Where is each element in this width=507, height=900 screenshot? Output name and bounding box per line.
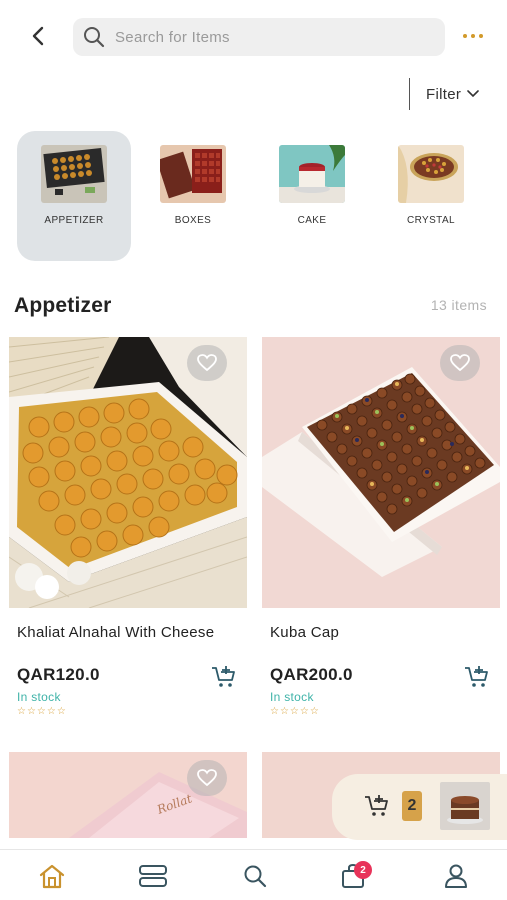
category-appetizer[interactable]: APPETIZER	[17, 131, 131, 261]
heart-icon	[197, 354, 217, 372]
favorite-button[interactable]	[440, 345, 480, 381]
back-icon	[32, 26, 44, 46]
add-to-cart-button[interactable]	[464, 665, 490, 689]
product-image[interactable]	[9, 337, 247, 608]
category-list: APPETIZER BOXES CAKE CRYSTAL	[17, 131, 497, 261]
home-icon	[39, 864, 65, 889]
filter-label: Filter	[426, 85, 462, 103]
heart-icon	[197, 769, 217, 787]
product-name[interactable]: Kuba Cap	[270, 624, 339, 641]
product-name[interactable]: Khaliat Alnahal With Cheese	[17, 624, 214, 641]
category-crystal[interactable]: CRYSTAL	[374, 131, 488, 261]
product-card[interactable]: Khaliat Alnahal With Cheese QAR120.0 In …	[9, 337, 247, 727]
nav-categories[interactable]	[138, 862, 168, 890]
category-boxes[interactable]: BOXES	[136, 131, 250, 261]
category-label: BOXES	[174, 215, 212, 226]
search-input[interactable]	[115, 28, 415, 46]
nav-home[interactable]	[37, 862, 67, 890]
floating-cart[interactable]: 2	[332, 774, 507, 840]
add-to-cart-icon	[465, 666, 488, 687]
cart-badge: 2	[354, 861, 372, 879]
nav-search[interactable]	[240, 862, 270, 890]
chevron-down-icon	[467, 90, 479, 98]
filter-button[interactable]: Filter	[409, 78, 479, 110]
add-to-cart-icon	[212, 666, 235, 687]
category-label: CRYSTAL	[406, 215, 455, 226]
item-count: 13 items	[430, 297, 487, 313]
category-boxes-image	[160, 145, 226, 203]
search-icon	[84, 27, 105, 48]
search-icon	[244, 865, 267, 888]
product-image[interactable]: Rollat	[9, 752, 247, 838]
product-price: QAR200.0	[270, 665, 353, 684]
heart-icon	[450, 354, 470, 372]
stock-status: In stock	[270, 690, 314, 704]
product-card[interactable]: Kuba Cap QAR200.0 In stock ☆☆☆☆☆	[262, 337, 500, 727]
cart-item-thumbnail	[440, 782, 490, 830]
category-label: CAKE	[297, 215, 327, 226]
bottom-navigation: 2	[0, 849, 507, 900]
category-label: APPETIZER	[44, 215, 104, 226]
back-button[interactable]	[24, 22, 52, 50]
favorite-button[interactable]	[187, 760, 227, 796]
category-appetizer-image	[41, 145, 107, 203]
rating-stars: ☆☆☆☆☆	[17, 706, 67, 717]
product-card[interactable]: Rollat	[9, 752, 247, 838]
top-bar	[0, 0, 507, 70]
section-title: Appetizer	[14, 294, 112, 317]
product-image[interactable]	[262, 337, 500, 608]
cart-count-badge: 2	[402, 791, 422, 821]
add-to-cart-button[interactable]	[211, 665, 237, 689]
profile-icon	[445, 864, 467, 888]
category-cake[interactable]: CAKE	[255, 131, 369, 261]
cart-icon	[365, 795, 388, 816]
search-bar[interactable]	[73, 18, 445, 56]
more-button[interactable]	[458, 24, 488, 48]
stock-status: In stock	[17, 690, 61, 704]
rating-stars: ☆☆☆☆☆	[270, 706, 320, 717]
nav-profile[interactable]	[441, 862, 471, 890]
categories-icon	[139, 865, 167, 887]
more-icon	[463, 34, 467, 38]
product-price: QAR120.0	[17, 665, 100, 684]
category-crystal-image	[398, 145, 464, 203]
category-cake-image	[279, 145, 345, 203]
favorite-button[interactable]	[187, 345, 227, 381]
